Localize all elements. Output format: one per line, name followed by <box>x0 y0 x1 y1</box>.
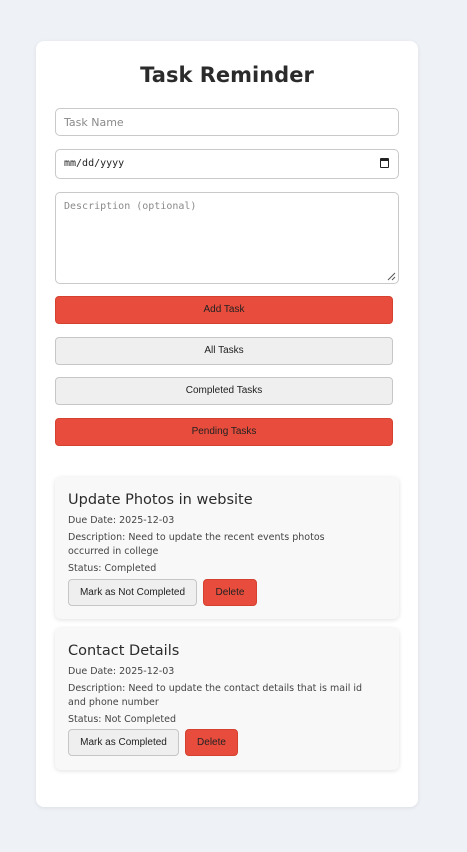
task-due-date: Due Date: 2025-12-03 <box>68 666 175 677</box>
delete-task-button[interactable]: Delete <box>203 579 257 606</box>
task-status: Status: Completed <box>68 563 157 574</box>
toggle-status-button[interactable]: Mark as Not Completed <box>68 579 197 606</box>
description-placeholder: Description (optional) <box>64 201 197 212</box>
all-tasks-button[interactable]: All Tasks <box>55 337 393 365</box>
completed-tasks-button[interactable]: Completed Tasks <box>55 377 393 405</box>
resize-handle-icon[interactable] <box>387 272 396 281</box>
due-date-placeholder: mm/dd/yyyy <box>64 158 125 169</box>
task-description: Description: Need to update the contact … <box>68 683 363 708</box>
task-name-placeholder: Task Name <box>64 116 124 129</box>
task-card: Update Photos in website Due Date: 2025-… <box>55 477 399 619</box>
task-description: Description: Need to update the recent e… <box>68 532 325 557</box>
description-textarea[interactable]: Description (optional) <box>55 192 399 284</box>
toggle-status-button[interactable]: Mark as Completed <box>68 729 179 756</box>
pending-tasks-button[interactable]: Pending Tasks <box>55 418 393 446</box>
task-reminder-card: Task Reminder Task Name mm/dd/yyyy Descr… <box>36 41 418 807</box>
task-status: Status: Not Completed <box>68 714 176 725</box>
task-due-date: Due Date: 2025-12-03 <box>68 515 175 526</box>
calendar-icon[interactable] <box>380 158 389 168</box>
task-name: Update Photos in website <box>68 492 253 508</box>
due-date-input[interactable]: mm/dd/yyyy <box>55 149 399 179</box>
add-task-button[interactable]: Add Task <box>55 296 393 324</box>
delete-task-button[interactable]: Delete <box>185 729 238 756</box>
page-title: Task Reminder <box>140 63 314 87</box>
task-card: Contact Details Due Date: 2025-12-03 Des… <box>55 628 399 770</box>
task-name-input[interactable]: Task Name <box>55 108 399 136</box>
task-name: Contact Details <box>68 643 180 659</box>
